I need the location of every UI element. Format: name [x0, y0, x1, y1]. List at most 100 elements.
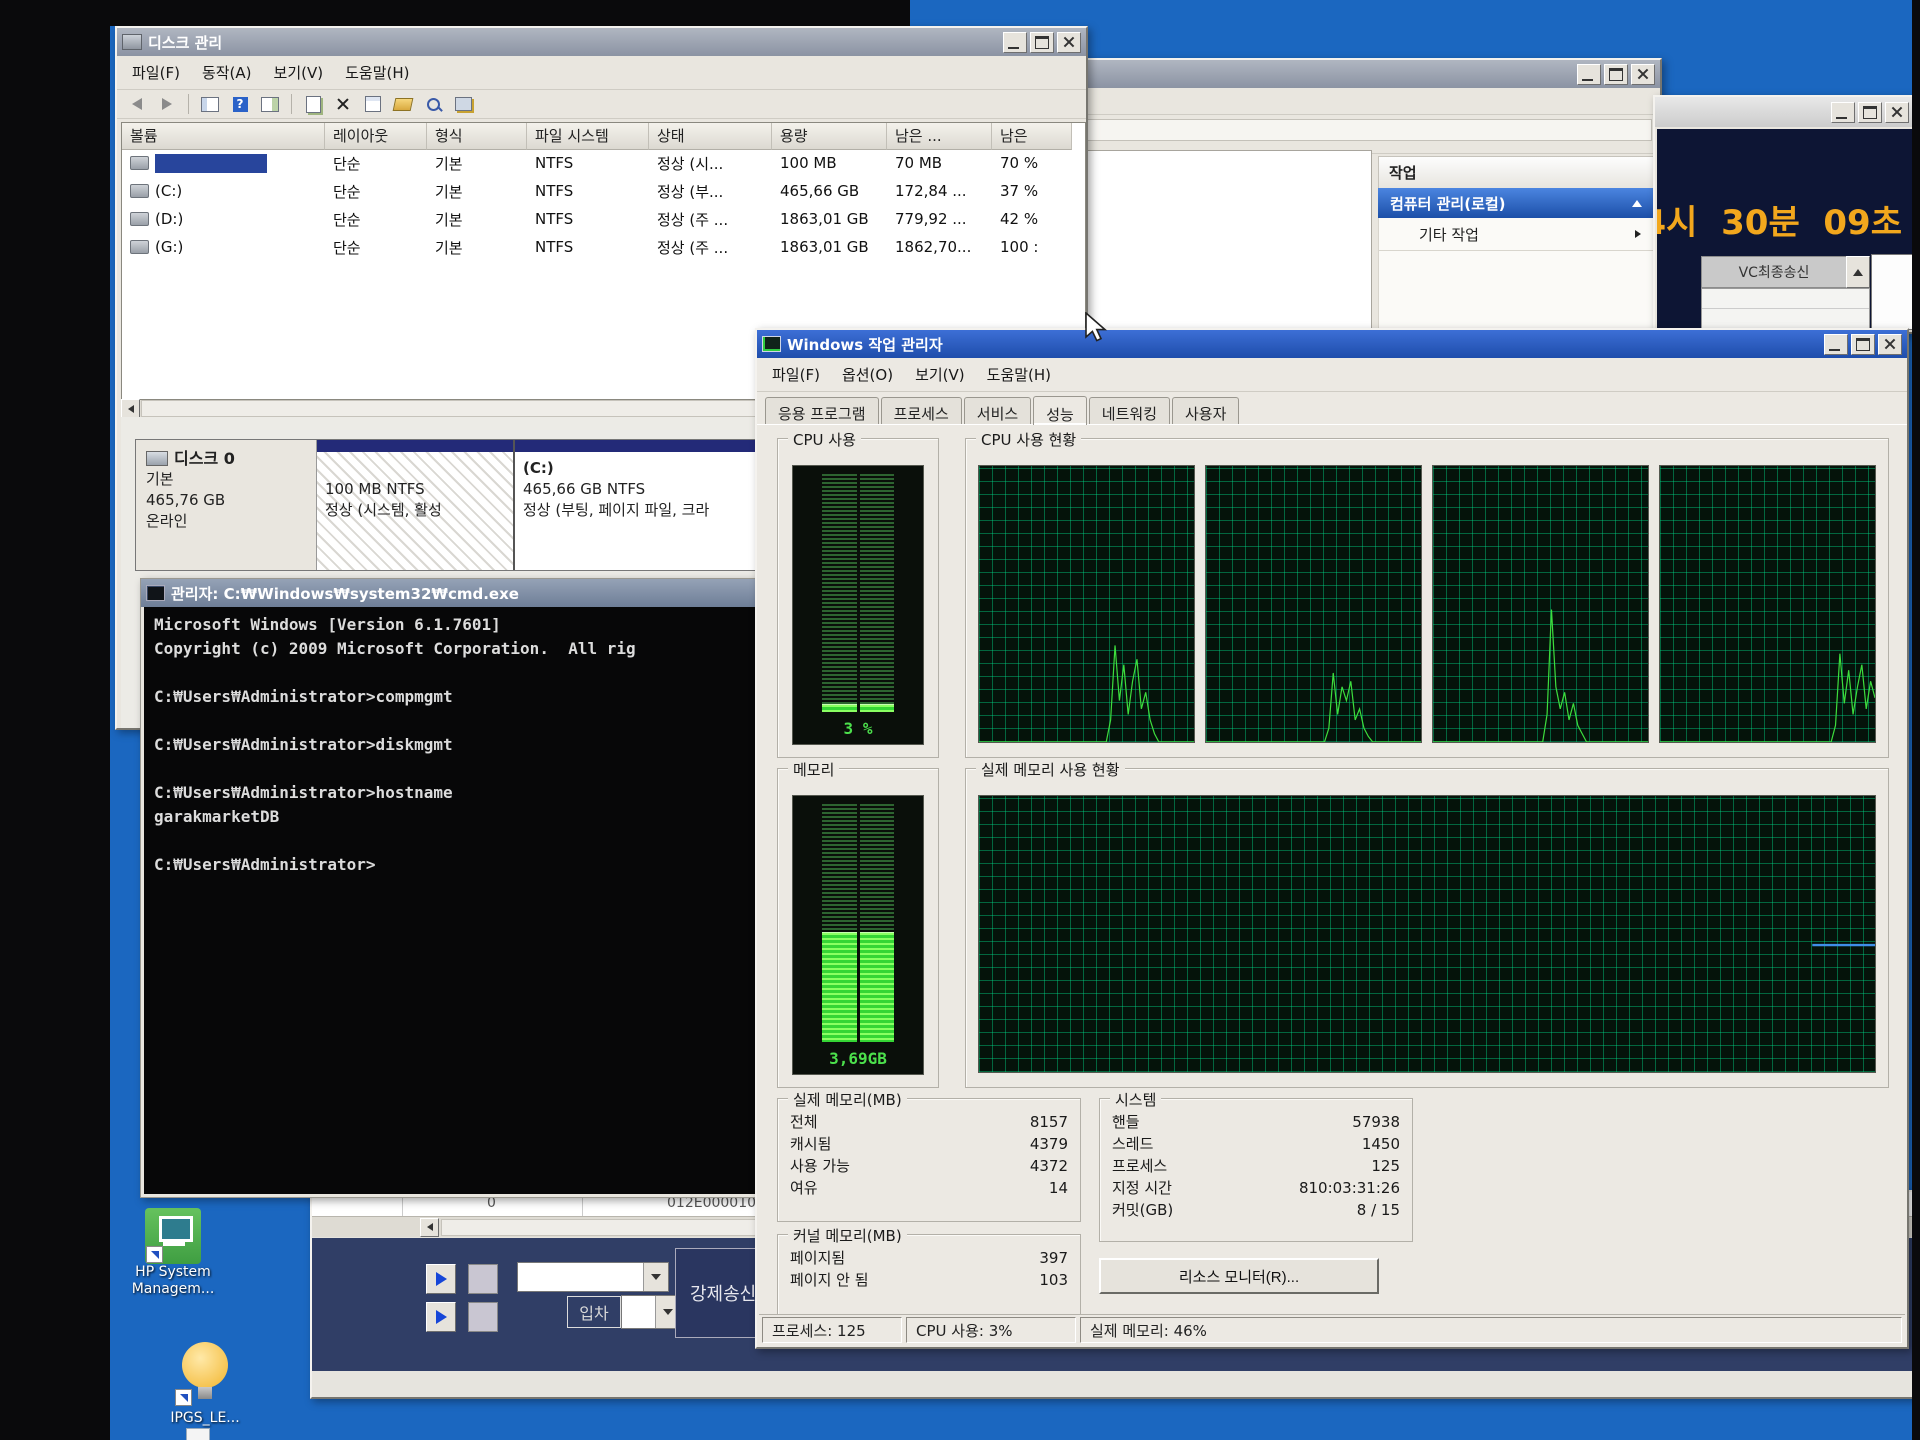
cpu-history-label: CPU 사용 현황 [976, 429, 1081, 450]
disk-management-titlebar[interactable]: 디스크 관리 [117, 28, 1086, 56]
partition-system-reserved[interactable]: 100 MB NTFS 정상 (시스템, 활성 [317, 440, 515, 570]
task-manager-titlebar[interactable]: Windows 작업 관리자 [757, 330, 1907, 358]
actions-other-tasks[interactable]: 기타 작업 [1378, 218, 1654, 251]
forward-icon[interactable] [155, 94, 179, 114]
physical-memory-group: 실제 메모리(MB) 전체8157 캐시됨4379 사용 가능4372 여유14 [777, 1098, 1081, 1222]
desktop-icon-ipgs[interactable]: IPGS_LE... [150, 1342, 260, 1427]
tab-services[interactable]: 서비스 [964, 397, 1031, 424]
maximize-button[interactable] [1858, 102, 1882, 123]
play-button[interactable] [426, 1264, 456, 1294]
delete-icon[interactable] [331, 94, 355, 114]
column-type[interactable]: 형식 [427, 123, 527, 150]
console-pane-icon[interactable] [258, 94, 282, 114]
tab-processes[interactable]: 프로세스 [881, 397, 962, 424]
ipgs-combo-label: 입차 [567, 1296, 621, 1328]
menu-options[interactable]: 옵션(O) [831, 360, 904, 389]
search-icon[interactable] [421, 94, 445, 114]
scroll-left-button[interactable] [121, 399, 140, 418]
open-folder-icon[interactable] [391, 94, 415, 114]
clock-time: 14시 30분 09초 [1657, 195, 1902, 244]
ipgs-combo-small[interactable] [621, 1295, 681, 1329]
memory-history-group: 실제 메모리 사용 현황 [965, 768, 1889, 1088]
maximize-button[interactable] [1030, 32, 1054, 53]
collapse-icon[interactable] [1632, 200, 1642, 207]
volume-icon [130, 156, 149, 170]
menu-view[interactable]: 보기(V) [263, 58, 335, 87]
disk0-size: 465,76 GB [146, 490, 306, 511]
play-button[interactable] [426, 1302, 456, 1332]
monitor-stand-icon [163, 1242, 185, 1246]
monitor-bezel-left [0, 0, 110, 1440]
tab-performance[interactable]: 성능 [1033, 396, 1087, 425]
minimize-button[interactable] [1831, 102, 1855, 123]
partition-color-bar [317, 440, 513, 452]
help-icon[interactable]: ? [228, 94, 252, 114]
vc-column-header[interactable]: VC최종송신 [1701, 256, 1847, 288]
column-filesystem[interactable]: 파일 시스템 [527, 123, 649, 150]
cpu-gauge-value: 3 % [793, 719, 923, 738]
tab-applications[interactable]: 응용 프로그램 [765, 397, 879, 424]
volume-row[interactable]: (C:) 단순기본 NTFS정상 (부... 465,66 GB172,84 .… [122, 177, 1085, 205]
memory-history-panel [978, 795, 1876, 1073]
disk-icon [146, 451, 168, 466]
clock-app-titlebar[interactable] [1655, 97, 1914, 127]
column-volume[interactable]: 볼륨 [122, 123, 325, 150]
maximize-button[interactable] [1604, 64, 1628, 85]
minimize-button[interactable] [1824, 334, 1848, 355]
partial-desktop-icon[interactable] [186, 1428, 210, 1440]
dropdown-arrow-icon[interactable] [643, 1263, 668, 1291]
system-title: 시스템 [1110, 1089, 1161, 1110]
scroll-up-button[interactable] [1846, 256, 1870, 288]
status-processes: 프로세스: 125 [762, 1317, 902, 1343]
column-free[interactable]: 남은 ... [887, 123, 992, 150]
cpu-history-panel-3 [1432, 465, 1649, 743]
minimize-button[interactable] [1577, 64, 1601, 85]
memory-gauge-group: 메모리 3,69GB [777, 768, 939, 1088]
status-cpu: CPU 사용: 3% [906, 1317, 1076, 1343]
cmd-titlebar[interactable]: 관리자: C:₩Windows₩system32₩cmd.exe [141, 579, 759, 607]
menu-file[interactable]: 파일(F) [761, 360, 831, 389]
desktop-icon-hp-system[interactable]: HP System Managem... [118, 1208, 228, 1298]
ipgs-combo-large[interactable] [517, 1262, 669, 1292]
volume-row[interactable]: 단순기본 NTFS정상 (시... 100 MB70 MB 70 % [122, 149, 1085, 177]
actions-root-item[interactable]: 컴퓨터 관리(로컬) [1378, 188, 1654, 218]
volume-row[interactable]: (D:) 단순기본 NTFS정상 (주 ... 1863,01 GB779,92… [122, 205, 1085, 233]
close-button[interactable] [1057, 32, 1081, 53]
disk0-name: 디스크 0 [174, 448, 235, 469]
resource-monitor-button[interactable]: 리소스 모니터(R)... [1099, 1258, 1379, 1294]
back-icon[interactable] [125, 94, 149, 114]
column-capacity[interactable]: 용량 [772, 123, 887, 150]
tab-networking[interactable]: 네트워킹 [1089, 397, 1170, 424]
menu-file[interactable]: 파일(F) [121, 58, 191, 87]
column-status[interactable]: 상태 [649, 123, 772, 150]
properties-icon[interactable] [361, 94, 385, 114]
bulb-icon [182, 1342, 228, 1388]
toolbar-separator [188, 94, 189, 114]
console-tree-icon[interactable] [198, 94, 222, 114]
menu-view[interactable]: 보기(V) [904, 360, 976, 389]
minimize-button[interactable] [1003, 32, 1027, 53]
close-button[interactable] [1631, 64, 1655, 85]
cmd-icon [146, 585, 165, 601]
shortcut-arrow-icon [175, 1389, 192, 1406]
close-button[interactable] [1878, 334, 1902, 355]
menu-action[interactable]: 동작(A) [191, 58, 263, 87]
refresh-icon[interactable] [301, 94, 325, 114]
volume-row[interactable]: (G:) 단순기본 NTFS정상 (주 ... 1863,01 GB1862,7… [122, 233, 1085, 261]
maximize-button[interactable] [1851, 334, 1875, 355]
scroll-left-button[interactable] [420, 1218, 439, 1237]
shortcut-arrow-icon [146, 1246, 163, 1263]
cmd-output[interactable]: Microsoft Windows [Version 6.1.7601] Cop… [144, 607, 756, 1194]
clock-panel: 14시 30분 09초 [1657, 129, 1912, 254]
disk0-info[interactable]: 디스크 0 기본 465,76 GB 온라인 [136, 440, 317, 570]
status-memory: 실제 메모리: 46% [1080, 1317, 1902, 1343]
disk-management-title: 디스크 관리 [148, 32, 222, 53]
tab-users[interactable]: 사용자 [1172, 397, 1239, 424]
column-layout[interactable]: 레이아웃 [325, 123, 427, 150]
disk0-status: 온라인 [146, 511, 306, 532]
column-free-pct[interactable]: 남은 [992, 123, 1072, 150]
menu-help[interactable]: 도움말(H) [334, 58, 420, 87]
menu-help[interactable]: 도움말(H) [976, 360, 1062, 389]
close-button[interactable] [1885, 102, 1909, 123]
manage-computer-icon[interactable] [451, 94, 475, 114]
